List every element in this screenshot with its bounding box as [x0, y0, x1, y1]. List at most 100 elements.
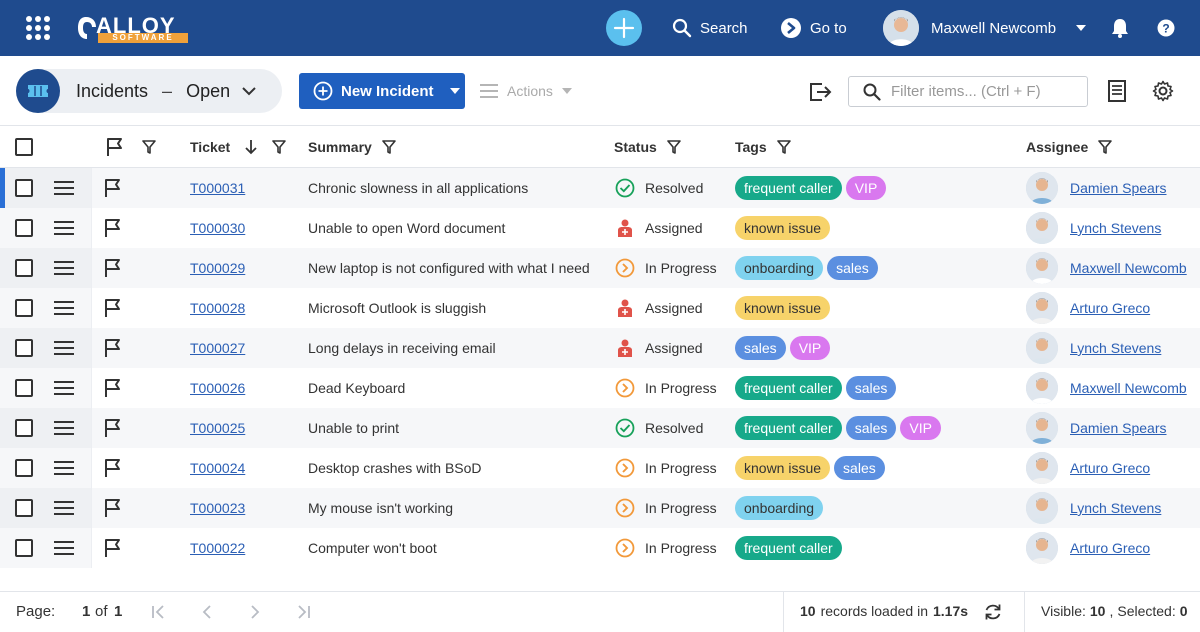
filter-icon[interactable]	[272, 140, 287, 154]
refresh-button[interactable]	[983, 602, 1003, 622]
row-menu-icon[interactable]	[54, 221, 74, 235]
flag-icon[interactable]	[104, 178, 122, 198]
flag-icon[interactable]	[104, 458, 122, 478]
alloy-logo[interactable]: ALLOY SOFTWARE	[76, 12, 188, 44]
assignee-link[interactable]: Maxwell Newcomb	[1070, 260, 1187, 276]
sort-down-icon[interactable]	[244, 139, 258, 155]
filter-icon[interactable]	[1098, 140, 1113, 154]
assignee-link[interactable]: Damien Spears	[1070, 420, 1167, 436]
tag-badge[interactable]: VIP	[900, 416, 941, 440]
prev-page-button[interactable]	[198, 603, 216, 621]
list-view-button[interactable]	[1104, 78, 1130, 104]
row-menu-icon[interactable]	[54, 541, 74, 555]
filter-icon[interactable]	[666, 140, 681, 154]
flag-icon[interactable]	[104, 378, 122, 398]
tag-badge[interactable]: onboarding	[735, 496, 824, 520]
tag-badge[interactable]: sales	[735, 336, 786, 360]
quick-add-button[interactable]	[606, 10, 642, 46]
column-status[interactable]: Status	[614, 127, 681, 167]
column-ticket[interactable]: Ticket	[190, 127, 287, 167]
table-row[interactable]: T000026 Dead Keyboard In Progress frequent …	[0, 368, 1200, 408]
tag-badge[interactable]: frequent caller	[735, 536, 842, 560]
row-checkbox[interactable]	[15, 179, 33, 197]
row-menu-icon[interactable]	[54, 181, 74, 195]
notifications-button[interactable]	[1108, 16, 1132, 40]
tag-badge[interactable]: known issue	[735, 296, 831, 320]
ticket-link[interactable]: T000031	[190, 180, 245, 196]
app-launcher-icon[interactable]	[26, 16, 50, 40]
assignee-link[interactable]: Arturo Greco	[1070, 300, 1150, 316]
row-checkbox[interactable]	[15, 539, 33, 557]
settings-button[interactable]	[1150, 78, 1176, 104]
export-button[interactable]	[806, 78, 834, 106]
tag-badge[interactable]: frequent caller	[735, 416, 842, 440]
ticket-link[interactable]: T000024	[190, 460, 245, 476]
filter-icon[interactable]	[776, 140, 791, 154]
row-menu-icon[interactable]	[54, 501, 74, 515]
table-row[interactable]: T000027 Long delays in receiving email Ass…	[0, 328, 1200, 368]
tag-badge[interactable]: known issue	[735, 456, 831, 480]
assignee-link[interactable]: Lynch Stevens	[1070, 220, 1161, 236]
view-selector[interactable]: Incidents – Open	[16, 69, 282, 113]
row-menu-icon[interactable]	[54, 341, 74, 355]
row-checkbox[interactable]	[15, 299, 33, 317]
flag-icon[interactable]	[104, 218, 122, 238]
ticket-link[interactable]: T000027	[190, 340, 245, 356]
last-page-button[interactable]	[294, 603, 312, 621]
flag-icon[interactable]	[104, 498, 122, 518]
table-row[interactable]: T000024 Desktop crashes with BSoD In Progr…	[0, 448, 1200, 488]
assignee-link[interactable]: Arturo Greco	[1070, 460, 1150, 476]
column-summary[interactable]: Summary	[308, 127, 396, 167]
row-checkbox[interactable]	[15, 459, 33, 477]
assignee-link[interactable]: Damien Spears	[1070, 180, 1167, 196]
tag-badge[interactable]: sales	[845, 376, 897, 400]
flag-icon[interactable]	[104, 418, 122, 438]
ticket-link[interactable]: T000026	[190, 380, 245, 396]
row-menu-icon[interactable]	[54, 381, 74, 395]
column-assignee[interactable]: Assignee	[1026, 127, 1113, 167]
row-checkbox[interactable]	[15, 219, 33, 237]
tag-badge[interactable]: frequent caller	[735, 176, 842, 200]
ticket-link[interactable]: T000029	[190, 260, 245, 276]
assignee-link[interactable]: Lynch Stevens	[1070, 500, 1161, 516]
help-button[interactable]: ?	[1154, 16, 1178, 40]
table-row[interactable]: T000022 Computer won't boot In Progress fre…	[0, 528, 1200, 568]
table-row[interactable]: T000031 Chronic slowness in all applicati…	[0, 168, 1200, 208]
row-checkbox[interactable]	[15, 339, 33, 357]
tag-badge[interactable]: known issue	[735, 216, 831, 240]
user-menu[interactable]: Maxwell Newcomb	[883, 10, 1087, 46]
tag-badge[interactable]: sales	[827, 256, 878, 280]
first-page-button[interactable]	[150, 603, 168, 621]
assignee-link[interactable]: Arturo Greco	[1070, 540, 1150, 556]
row-menu-icon[interactable]	[54, 301, 74, 315]
tag-badge[interactable]: frequent caller	[735, 376, 842, 400]
filter-input[interactable]	[891, 83, 1081, 100]
row-menu-icon[interactable]	[54, 461, 74, 475]
filter-icon[interactable]	[382, 140, 396, 154]
row-checkbox[interactable]	[15, 419, 33, 437]
row-checkbox[interactable]	[15, 499, 33, 517]
table-row[interactable]: T000028 Microsoft Outlook is sluggish Assi…	[0, 288, 1200, 328]
tag-badge[interactable]: sales	[834, 456, 885, 480]
row-checkbox[interactable]	[15, 379, 33, 397]
tag-badge[interactable]: VIP	[845, 176, 887, 200]
flag-icon[interactable]	[104, 338, 122, 358]
actions-menu-button[interactable]: Actions	[480, 78, 572, 104]
ticket-link[interactable]: T000028	[190, 300, 245, 316]
ticket-link[interactable]: T000022	[190, 540, 245, 556]
row-menu-icon[interactable]	[54, 261, 74, 275]
ticket-link[interactable]: T000030	[190, 220, 245, 236]
row-checkbox[interactable]	[15, 259, 33, 277]
tag-badge[interactable]: sales	[845, 416, 897, 440]
search-button[interactable]: Search	[672, 16, 748, 40]
flag-icon[interactable]	[106, 137, 124, 157]
table-row[interactable]: T000029 New laptop is not configured with…	[0, 248, 1200, 288]
table-row[interactable]: T000023 My mouse isn't working In Progress…	[0, 488, 1200, 528]
next-page-button[interactable]	[246, 603, 264, 621]
flag-icon[interactable]	[104, 538, 122, 558]
ticket-link[interactable]: T000025	[190, 420, 245, 436]
flag-icon[interactable]	[104, 258, 122, 278]
row-menu-icon[interactable]	[54, 421, 74, 435]
goto-button[interactable]: Go to	[780, 16, 847, 40]
assignee-link[interactable]: Lynch Stevens	[1070, 340, 1161, 356]
